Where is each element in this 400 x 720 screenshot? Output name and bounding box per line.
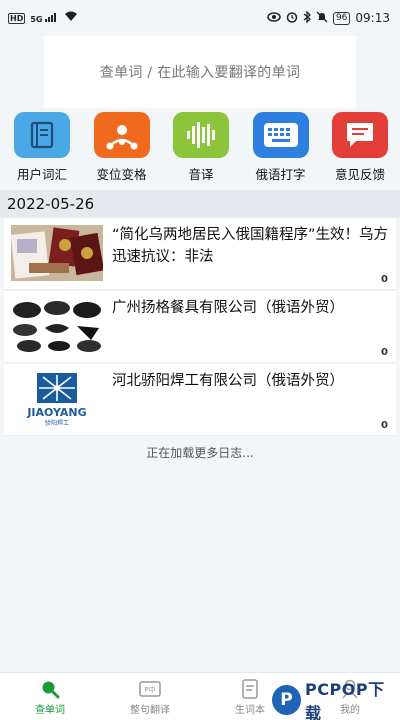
loading-more-text: 正在加载更多日志...: [146, 446, 254, 460]
view-count: 0: [381, 420, 388, 431]
nav-label: 整句翻译: [130, 705, 170, 716]
keyboard-icon: [252, 112, 309, 158]
nav-lookup[interactable]: 查单词: [15, 679, 85, 716]
view-count: 0: [381, 347, 388, 358]
article-item[interactable]: 广州扬格餐具有限公司（俄语外贸） 0: [4, 291, 396, 363]
feedback-message-icon: [332, 112, 388, 158]
article-list: “简化乌两地居民入俄国籍程序”生效！乌方迅速抗议：非法 0 广州扬格餐具有限公司…: [0, 218, 400, 437]
view-count: 0: [381, 274, 388, 285]
alarm-icon: [286, 11, 298, 26]
jiaoyang-logo-text: JIAOYANG: [26, 406, 86, 419]
hd-indicator: HD: [8, 12, 26, 24]
tool-label: 俄语打字: [255, 167, 306, 182]
pcpop-logo-icon: P: [272, 685, 302, 715]
date-header: 2022-05-26: [0, 190, 400, 218]
search-placeholder: 查单词 / 在此输入要翻译的单词: [99, 65, 301, 81]
tool-label: 音译: [188, 167, 214, 182]
tool-label: 用户词汇: [16, 167, 67, 182]
article-item[interactable]: JIAOYANG 骄阳焊工 河北骄阳焊工有限公司（俄语外贸） 0: [4, 364, 396, 436]
search-icon: [39, 679, 61, 699]
article-title: 河北骄阳焊工有限公司（俄语外贸）: [112, 373, 344, 389]
conjugation-network-icon: [93, 112, 150, 158]
svg-text:P中: P中: [144, 685, 155, 694]
audio-wave-icon: [173, 112, 229, 158]
tool-user-vocabulary[interactable]: 用户词汇: [8, 112, 76, 186]
eye-icon: [267, 11, 281, 25]
article-thumbnail: JIAOYANG 骄阳焊工: [11, 371, 103, 427]
pcpop-watermark: P PCPOP下载: [272, 680, 398, 720]
bluetooth-icon: [303, 9, 311, 26]
notebook-icon: [239, 679, 261, 699]
wifi-icon: [64, 11, 78, 25]
vocabulary-book-icon: [14, 112, 70, 158]
nav-label: 生词本: [235, 705, 265, 716]
article-thumbnail: [11, 298, 103, 354]
article-title: “简化乌两地居民入俄国籍程序”生效！乌方迅速抗议：非法: [112, 227, 389, 265]
clock: 09:13: [355, 11, 390, 25]
status-bar: HD 5G 96 09:13: [0, 0, 400, 36]
signal-icon: 5G: [30, 12, 59, 24]
network-type: 5G: [30, 15, 43, 24]
tool-feedback[interactable]: 意见反馈: [326, 112, 394, 186]
sentence-translate-icon: P中: [139, 679, 161, 699]
article-title: 广州扬格餐具有限公司（俄语外贸）: [112, 300, 344, 316]
tool-label: 变位变格: [96, 167, 147, 182]
article-thumbnail: [11, 225, 103, 281]
battery-indicator: 96: [332, 11, 351, 25]
tool-conjugation[interactable]: 变位变格: [88, 112, 156, 186]
watermark-text: PCPOP下载: [305, 680, 385, 720]
tool-transliteration[interactable]: 音译: [167, 112, 235, 186]
nav-label: 查单词: [35, 705, 65, 716]
jiaoyang-logo-subtext: 骄阳焊工: [45, 419, 69, 427]
tool-russian-typing[interactable]: 俄语打字: [247, 112, 315, 186]
tool-bar: 用户词汇 变位变格 音译 俄语打字 意见反馈: [0, 112, 400, 186]
nav-sentence-translate[interactable]: P中 整句翻译: [115, 679, 185, 716]
article-item[interactable]: “简化乌两地居民入俄国籍程序”生效！乌方迅速抗议：非法 0: [4, 218, 396, 290]
search-input[interactable]: 查单词 / 在此输入要翻译的单词: [44, 36, 356, 108]
mute-icon: [316, 11, 328, 26]
tool-label: 意见反馈: [334, 167, 385, 182]
